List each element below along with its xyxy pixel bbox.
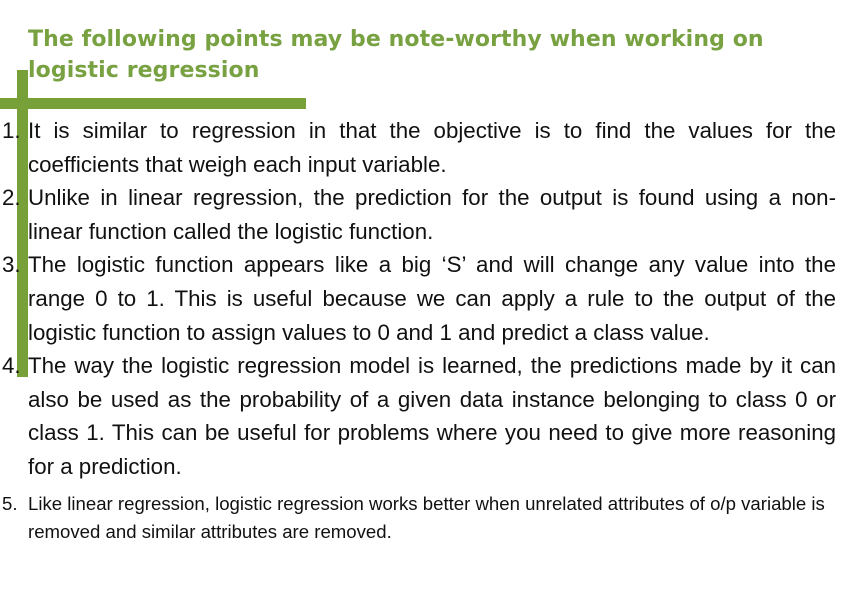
slide-title: The following points may be note-worthy …	[28, 27, 764, 83]
points-list: 1. It is similar to regression in that t…	[0, 114, 836, 546]
list-item-number: 2.	[2, 185, 21, 211]
list-item-number: 1.	[2, 118, 21, 143]
list-item-text: The way the logistic regression model is…	[28, 353, 836, 479]
list-item-text: Unlike in linear regression, the predict…	[28, 185, 836, 244]
list-item: 2. Unlike in linear regression, the pred…	[0, 181, 836, 248]
list-item: 4. The way the logistic regression model…	[0, 349, 836, 483]
slide: The following points may be note-worthy …	[0, 0, 842, 596]
list-item-text: The logistic function appears like a big…	[28, 252, 836, 345]
list-item-number: 4.	[2, 353, 21, 379]
list-item-text: Like linear regression, logistic regress…	[28, 492, 825, 542]
list-item-number: 5.	[2, 492, 18, 514]
accent-bar-horizontal	[0, 98, 306, 109]
list-item: 5. Like linear regression, logistic regr…	[0, 490, 836, 546]
list-item: 1. It is similar to regression in that t…	[0, 114, 836, 181]
list-item: 3. The logistic function appears like a …	[0, 248, 836, 349]
list-item-number: 3.	[2, 252, 21, 278]
list-item-text: It is similar to regression in that the …	[28, 118, 836, 177]
